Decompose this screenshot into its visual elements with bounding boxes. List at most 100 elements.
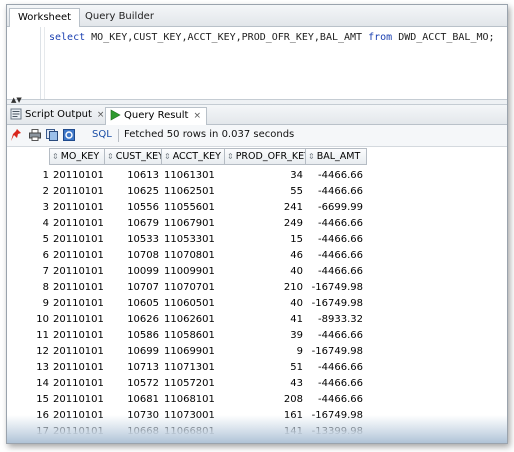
- cell-prod-ofr-key: 40: [290, 298, 303, 309]
- table-row[interactable]: 5 20110101 10533 11053301 15 -4466.66: [7, 232, 507, 248]
- worksheet-tab-bar: Worksheet Query Builder: [7, 5, 507, 27]
- row-number[interactable]: 13: [7, 360, 49, 376]
- cell-cust-key: 10708: [127, 250, 159, 261]
- row-number[interactable]: 3: [7, 200, 49, 216]
- grid-header: ⇕ MO_KEY ⇕ CUST_KEY ⇕ ACCT_KEY ⇕ PROD_OFR_KE…: [7, 147, 507, 166]
- cell-prod-ofr-key: 40: [290, 266, 303, 277]
- cell-prod-ofr-key: 249: [283, 218, 303, 229]
- cell-mo-key: 20110101: [53, 266, 104, 277]
- pin-icon[interactable]: [11, 129, 23, 141]
- close-script-output-icon[interactable]: ×: [97, 110, 105, 120]
- toolbar-separator: [118, 129, 119, 142]
- close-query-result-icon[interactable]: ×: [193, 111, 201, 121]
- row-number[interactable]: 9: [7, 296, 49, 312]
- cell-bal-amt: -8933.32: [318, 314, 363, 325]
- cell-prod-ofr-key: 15: [290, 234, 303, 245]
- cell-acct-key: 11062601: [164, 314, 215, 325]
- sql-editor[interactable]: select MO_KEY,CUST_KEY,ACCT_KEY,PROD_OFR…: [7, 27, 507, 99]
- table-row[interactable]: 7 20110101 10099 11009901 40 -4466.66: [7, 264, 507, 280]
- cell-mo-key: 20110101: [53, 282, 104, 293]
- table-row[interactable]: 13 20110101 10713 11071301 51 -4466.66: [7, 360, 507, 376]
- query-result-grid[interactable]: ⇕ MO_KEY ⇕ CUST_KEY ⇕ ACCT_KEY ⇕ PROD_OFR_KE…: [7, 147, 507, 443]
- sql-developer-window: Worksheet Query Builder select MO_KEY,CU…: [6, 4, 508, 444]
- cell-acct-key: 11060501: [164, 298, 215, 309]
- cell-prod-ofr-key: 241: [283, 202, 303, 213]
- column-header-mo-key[interactable]: ⇕ MO_KEY: [49, 148, 105, 165]
- column-header-bal-amt[interactable]: ⇕ BAL_AMT: [305, 148, 367, 165]
- column-header-label: ACCT_KEY: [172, 151, 221, 162]
- cell-mo-key: 20110101: [53, 298, 104, 309]
- cell-mo-key: 20110101: [53, 394, 104, 405]
- sql-button[interactable]: SQL: [92, 129, 112, 140]
- table-row[interactable]: 15 20110101 10681 11068101 208 -4466.66: [7, 392, 507, 408]
- export-icon[interactable]: [46, 129, 58, 141]
- tab-query-result-label: Query Result: [124, 110, 189, 121]
- row-number[interactable]: 12: [7, 344, 49, 360]
- sql-keyword-from: from: [368, 32, 393, 43]
- cell-acct-key: 11058601: [164, 330, 215, 341]
- table-row[interactable]: 3 20110101 10556 11055601 241 -6699.99: [7, 200, 507, 216]
- row-number[interactable]: 15: [7, 392, 49, 408]
- row-number[interactable]: 2: [7, 184, 49, 200]
- fetch-status: Fetched 50 rows in 0.037 seconds: [124, 129, 295, 140]
- table-row[interactable]: 10 20110101 10626 11062601 41 -8933.32: [7, 312, 507, 328]
- row-number[interactable]: 8: [7, 280, 49, 296]
- row-number[interactable]: 5: [7, 232, 49, 248]
- column-header-cust-key[interactable]: ⇕ CUST_KEY: [104, 148, 164, 165]
- row-number[interactable]: 14: [7, 376, 49, 392]
- cell-cust-key: 10626: [127, 314, 159, 325]
- cell-prod-ofr-key: 210: [283, 282, 303, 293]
- cell-acct-key: 11055601: [164, 202, 215, 213]
- cell-prod-ofr-key: 51: [290, 362, 303, 373]
- cell-prod-ofr-key: 39: [290, 330, 303, 341]
- row-number[interactable]: 4: [7, 216, 49, 232]
- cell-acct-key: 11070801: [164, 250, 215, 261]
- cell-prod-ofr-key: 208: [283, 394, 303, 405]
- refresh-icon[interactable]: [63, 129, 75, 141]
- table-row[interactable]: 6 20110101 10708 11070801 46 -4466.66: [7, 248, 507, 264]
- table-row[interactable]: 11 20110101 10586 11058601 39 -4466.66: [7, 328, 507, 344]
- splitter-arrows-icon[interactable]: ▲▼: [11, 97, 22, 104]
- cell-mo-key: 20110101: [53, 234, 104, 245]
- tab-query-builder[interactable]: Query Builder: [77, 8, 162, 27]
- table-row[interactable]: 1 20110101 10613 11061301 34 -4466.66: [7, 168, 507, 184]
- row-number[interactable]: 1: [7, 168, 49, 184]
- tab-worksheet[interactable]: Worksheet: [9, 8, 81, 27]
- cell-bal-amt: -4466.66: [318, 234, 363, 245]
- cell-cust-key: 10713: [127, 362, 159, 373]
- cell-bal-amt: -4466.66: [318, 170, 363, 181]
- table-row[interactable]: 9 20110101 10605 11060501 40 -16749.98: [7, 296, 507, 312]
- cell-mo-key: 20110101: [53, 250, 104, 261]
- row-number[interactable]: 6: [7, 248, 49, 264]
- editor-gutter: [7, 27, 41, 99]
- table-row[interactable]: 4 20110101 10679 11067901 249 -4466.66: [7, 216, 507, 232]
- table-row[interactable]: 2 20110101 10625 11062501 55 -4466.66: [7, 184, 507, 200]
- cell-prod-ofr-key: 41: [290, 314, 303, 325]
- cell-acct-key: 11068101: [164, 394, 215, 405]
- tab-query-result[interactable]: Query Result ×: [105, 107, 208, 125]
- row-number[interactable]: 10: [7, 312, 49, 328]
- sql-statement[interactable]: select MO_KEY,CUST_KEY,ACCT_KEY,PROD_OFR…: [49, 32, 495, 43]
- row-number[interactable]: 11: [7, 328, 49, 344]
- tab-script-output[interactable]: Script Output ×: [8, 107, 104, 125]
- grid-fade-overlay: [7, 415, 507, 443]
- sql-table: DWD_ACCT_BAL_MO;: [392, 32, 495, 43]
- sort-icon: ⇕: [308, 152, 315, 161]
- column-header-acct-key[interactable]: ⇕ ACCT_KEY: [161, 148, 225, 165]
- table-row[interactable]: 8 20110101 10707 11070701 210 -16749.98: [7, 280, 507, 296]
- cell-acct-key: 11057201: [164, 378, 215, 389]
- print-icon[interactable]: [29, 129, 41, 141]
- row-number[interactable]: 7: [7, 264, 49, 280]
- column-header-label: MO_KEY: [60, 151, 100, 162]
- cell-prod-ofr-key: 9: [296, 346, 303, 357]
- cell-bal-amt: -16749.98: [311, 282, 363, 293]
- cell-bal-amt: -4466.66: [318, 362, 363, 373]
- cell-prod-ofr-key: 43: [290, 378, 303, 389]
- column-header-prod-ofr-key[interactable]: ⇕ PROD_OFR_KEY: [224, 148, 310, 165]
- table-row[interactable]: 14 20110101 10572 11057201 43 -4466.66: [7, 376, 507, 392]
- cell-mo-key: 20110101: [53, 202, 104, 213]
- sort-icon: ⇕: [52, 152, 59, 161]
- cell-mo-key: 20110101: [53, 170, 104, 181]
- cell-acct-key: 11062501: [164, 186, 215, 197]
- table-row[interactable]: 12 20110101 10699 11069901 9 -16749.98: [7, 344, 507, 360]
